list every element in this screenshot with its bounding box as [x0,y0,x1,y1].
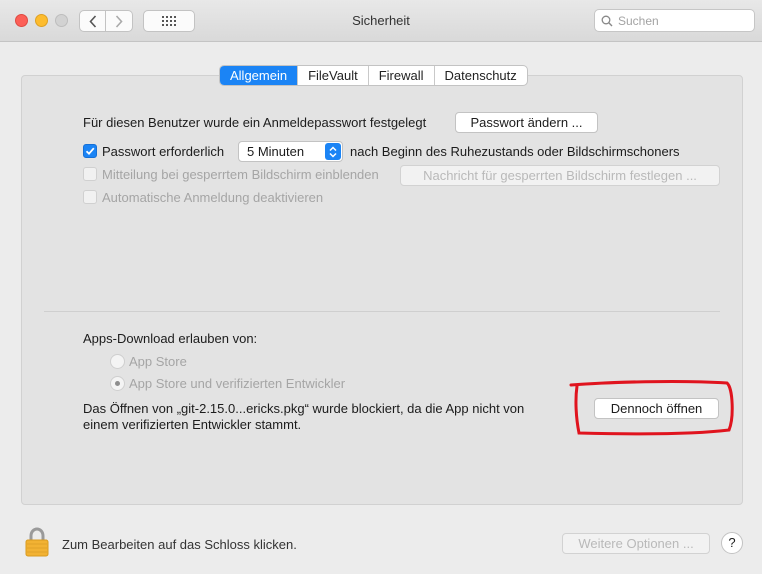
radio-app-store-label: App Store [129,354,187,369]
updown-chevron-icon [325,143,341,160]
auto-login-checkbox[interactable] [83,190,97,204]
search-icon [601,15,613,26]
lock-message-row: Mitteilung bei gesperrtem Bildschirm ein… [83,167,379,182]
content-panel [21,75,743,505]
downloads-heading: Apps-Download erlauben von: [83,331,258,346]
require-password-row: Passwort erforderlich [83,144,224,159]
blocked-message-line-1: Das Öffnen von „git-2.15.0...ericks.pkg“… [83,401,525,416]
checkmark-icon [85,147,95,156]
password-delay-select[interactable]: 5 Minuten [238,141,343,162]
lock-message-checkbox[interactable] [83,167,97,181]
title-bar: Sicherheit [0,0,762,42]
tab-privacy[interactable]: Datenschutz [433,66,527,85]
tab-general[interactable]: Allgemein [220,66,298,85]
require-password-checkbox[interactable] [83,144,97,158]
tab-filevault[interactable]: FileVault [297,66,368,85]
section-divider [44,311,720,312]
advanced-options-button[interactable]: Weitere Optionen ... [562,533,710,554]
radio-app-store-row: App Store [110,354,187,369]
radio-identified-row: App Store und verifizierten Entwickler [110,376,345,391]
after-sleep-text: nach Beginn des Ruhezustands oder Bildsc… [350,144,680,159]
password-set-text: Für diesen Benutzer wurde ein Anmeldepas… [83,115,427,130]
password-delay-value: 5 Minuten [247,144,305,159]
search-field[interactable] [594,9,755,32]
tab-bar: Allgemein FileVault Firewall Datenschutz [219,65,528,86]
radio-identified-label: App Store und verifizierten Entwickler [129,376,346,391]
set-lock-message-button[interactable]: Nachricht für gesperrten Bildschirm fest… [400,165,720,186]
radio-app-store[interactable] [110,354,125,369]
tab-firewall[interactable]: Firewall [367,66,434,85]
auto-login-label: Automatische Anmeldung deaktivieren [102,190,324,205]
help-button[interactable]: ? [721,532,743,554]
open-anyway-button[interactable]: Dennoch öffnen [594,398,719,419]
lock-hint-text: Zum Bearbeiten auf das Schloss klicken. [62,537,297,552]
lock-message-label: Mitteilung bei gesperrtem Bildschirm ein… [102,167,379,182]
search-input[interactable] [618,13,748,28]
blocked-message-line-2: einem verifizierten Entwickler stammt. [83,417,302,432]
require-password-label: Passwort erforderlich [102,144,225,159]
auto-login-row: Automatische Anmeldung deaktivieren [83,190,323,205]
change-password-button[interactable]: Passwort ändern ... [455,112,598,133]
radio-app-store-identified[interactable] [110,376,125,391]
lock-icon[interactable] [25,527,49,557]
